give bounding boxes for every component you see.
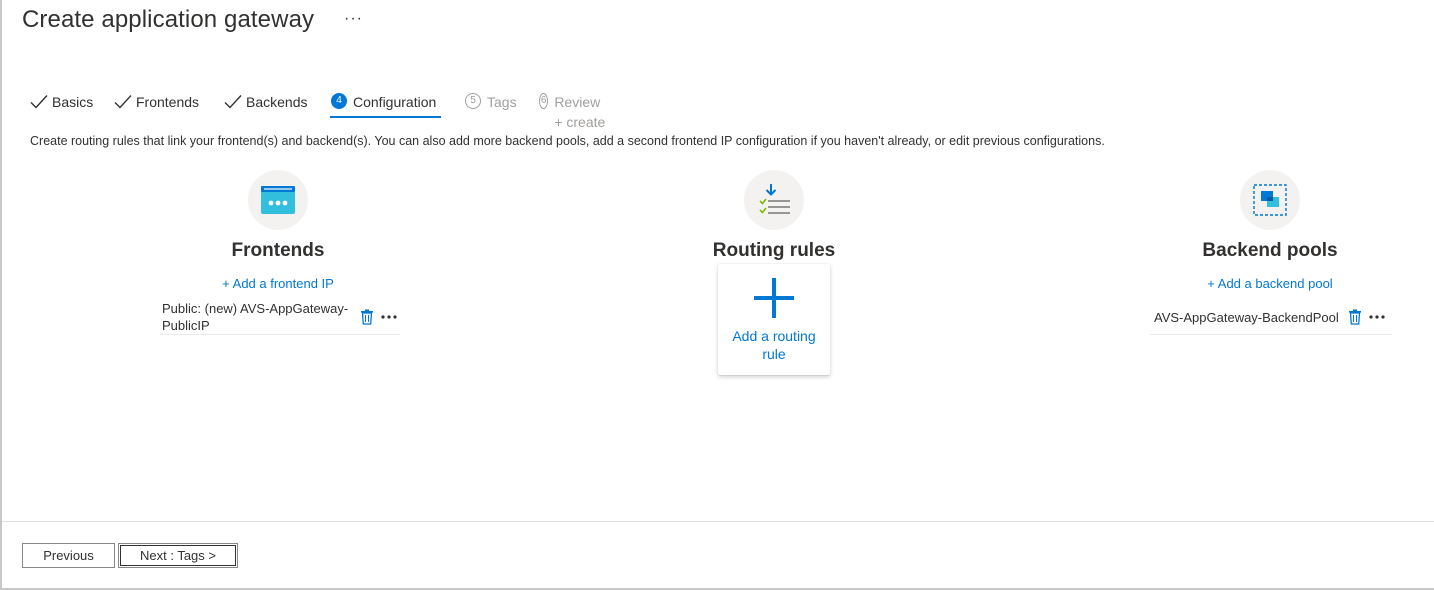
next-tags-button[interactable]: Next : Tags > bbox=[118, 543, 238, 568]
frontends-icon-circle bbox=[248, 170, 308, 230]
trash-icon[interactable] bbox=[360, 309, 374, 325]
frontend-item-line2: PublicIP bbox=[162, 318, 210, 333]
more-icon[interactable] bbox=[1368, 314, 1386, 320]
checkmark-icon bbox=[114, 95, 132, 109]
routing-rules-icon bbox=[759, 184, 790, 214]
tab-label: Tags bbox=[487, 94, 517, 110]
more-options-button[interactable]: ··· bbox=[344, 10, 363, 28]
previous-button[interactable]: Previous bbox=[22, 543, 115, 568]
add-backend-pool-link[interactable]: + Add a backend pool bbox=[1120, 276, 1420, 291]
list-item[interactable]: AVS-AppGateway-BackendPool bbox=[1150, 300, 1392, 335]
frontends-column: Frontends + Add a frontend IP bbox=[128, 170, 428, 291]
add-frontend-ip-link[interactable]: + Add a frontend IP bbox=[128, 276, 428, 291]
add-routing-rule-label: Add a routing rule bbox=[732, 328, 816, 362]
backend-pool-icon bbox=[1253, 184, 1287, 216]
backend-pools-column: Backend pools + Add a backend pool bbox=[1120, 170, 1420, 291]
routing-rules-icon-circle bbox=[744, 170, 804, 230]
tab-basics[interactable]: Basics bbox=[30, 92, 93, 120]
routing-rules-heading: Routing rules bbox=[712, 240, 836, 261]
checkmark-icon bbox=[30, 95, 48, 109]
routing-rules-column: Routing rules bbox=[624, 170, 924, 262]
step-number: 4 bbox=[331, 93, 347, 109]
backend-pools-icon-circle bbox=[1240, 170, 1300, 230]
frontends-heading: Frontends bbox=[231, 240, 325, 261]
tab-label: Basics bbox=[52, 94, 94, 110]
step-number: 5 bbox=[465, 93, 481, 109]
more-icon[interactable] bbox=[380, 314, 398, 320]
tab-tags[interactable]: 5 Tags bbox=[465, 92, 517, 120]
page-title: Create application gateway bbox=[22, 6, 315, 33]
frontend-item-label: Public: (new) AVS-AppGateway- PublicIP bbox=[160, 300, 352, 334]
left-border bbox=[0, 0, 2, 590]
backend-pool-item-label: AVS-AppGateway-BackendPool bbox=[1154, 309, 1339, 325]
tab-label: Review + create bbox=[554, 94, 606, 130]
tab-label: Backends bbox=[246, 94, 308, 110]
tab-frontends[interactable]: Frontends bbox=[114, 92, 199, 120]
frontend-ip-icon bbox=[261, 186, 295, 214]
footer-divider bbox=[2, 521, 1434, 522]
add-routing-rule-card[interactable]: Add a routing rule bbox=[718, 264, 830, 375]
tab-review-create[interactable]: 6 Review + create bbox=[539, 92, 607, 130]
tab-label: Frontends bbox=[136, 94, 200, 110]
checkmark-icon bbox=[224, 95, 242, 109]
tab-backends[interactable]: Backends bbox=[224, 92, 307, 120]
trash-icon[interactable] bbox=[1348, 309, 1362, 325]
page-description: Create routing rules that link your fron… bbox=[30, 134, 1105, 148]
tab-label: Configuration bbox=[353, 94, 437, 110]
plus-icon bbox=[754, 278, 794, 318]
backend-pools-heading: Backend pools bbox=[1202, 240, 1338, 261]
list-item[interactable]: Public: (new) AVS-AppGateway- PublicIP bbox=[160, 300, 400, 335]
active-tab-indicator bbox=[330, 116, 441, 118]
frontend-item-line1: Public: (new) AVS-AppGateway- bbox=[162, 301, 349, 316]
step-number: 6 bbox=[539, 93, 549, 109]
